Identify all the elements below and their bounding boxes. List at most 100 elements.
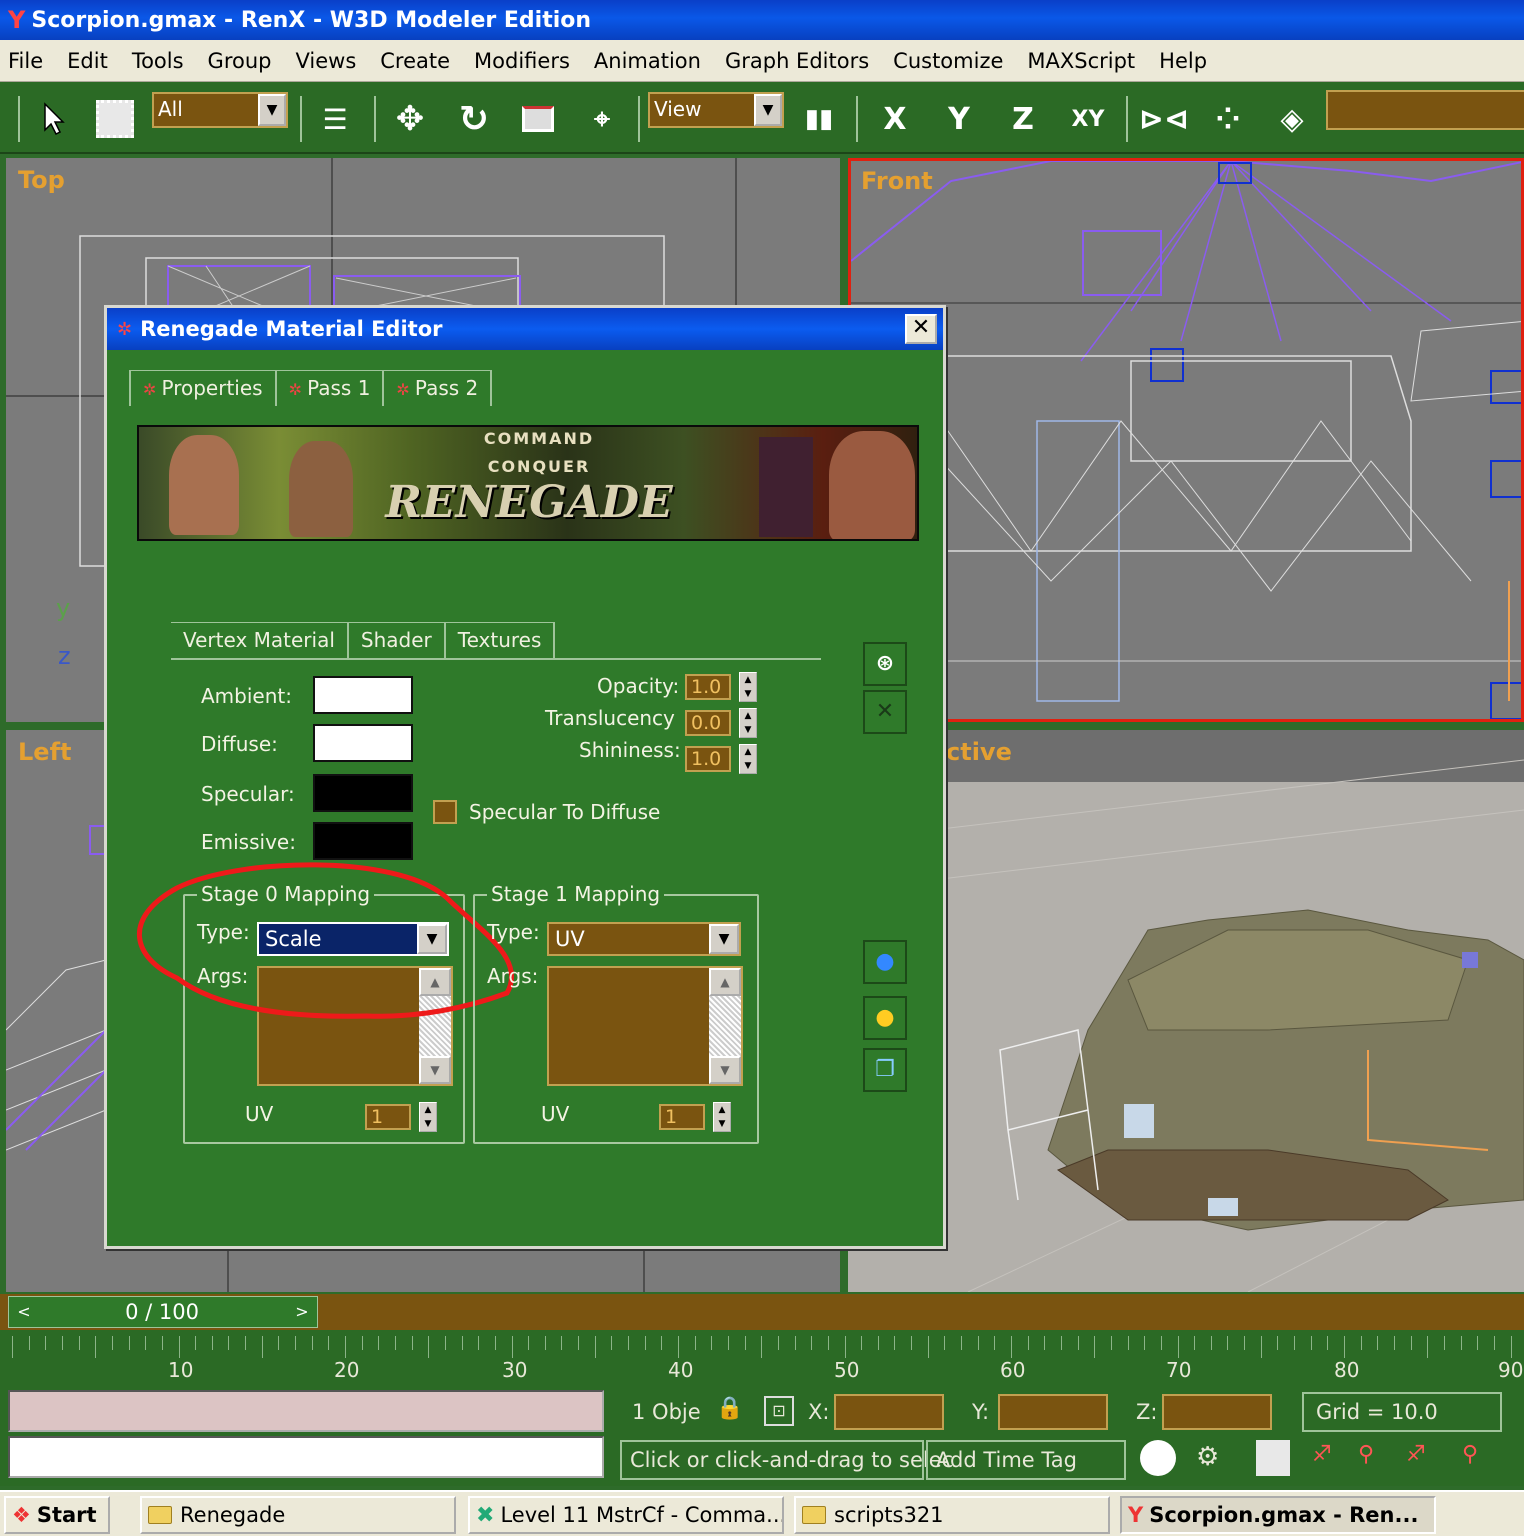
- menu-modifiers[interactable]: Modifiers: [474, 49, 570, 73]
- chevron-down-icon[interactable]: ▼: [258, 94, 286, 126]
- menu-file[interactable]: File: [8, 49, 43, 73]
- pivot-center-icon[interactable]: ▮▮: [794, 94, 844, 144]
- move-icon[interactable]: ✥: [386, 94, 434, 144]
- lock-icon[interactable]: 🔒: [716, 1396, 743, 1421]
- y-coordinate-field[interactable]: [998, 1394, 1108, 1430]
- specular-to-diffuse-checkbox[interactable]: [433, 800, 457, 824]
- chevron-left-icon[interactable]: <: [9, 1297, 39, 1327]
- scrollbar[interactable]: ▲ ▼: [709, 968, 741, 1084]
- restrict-x-button[interactable]: X: [870, 94, 920, 144]
- shininess-input[interactable]: 1.0: [685, 746, 731, 772]
- snap-3d-icon[interactable]: ⚲: [1358, 1442, 1374, 1467]
- time-slider[interactable]: < 0 / 100 >: [8, 1296, 318, 1328]
- maxscript-listener-white[interactable]: [8, 1436, 604, 1478]
- scroll-up-icon[interactable]: ▲: [709, 968, 741, 996]
- menu-help[interactable]: Help: [1159, 49, 1207, 73]
- taskbar-item-level-editor[interactable]: ✖ Level 11 MstrCf - Comma...: [468, 1496, 784, 1534]
- copy-material-icon[interactable]: ❐: [863, 1048, 907, 1092]
- emissive-color-swatch[interactable]: [313, 822, 413, 860]
- align-icon[interactable]: ◈: [1266, 94, 1318, 144]
- diffuse-color-swatch[interactable]: [313, 724, 413, 762]
- stage-0-uv-input[interactable]: 1: [365, 1104, 411, 1130]
- stage-1-args-textbox[interactable]: ▲ ▼: [547, 966, 743, 1086]
- menu-tools[interactable]: Tools: [132, 49, 184, 73]
- translucency-input[interactable]: 0.0: [685, 710, 731, 736]
- stage-0-uv-spinner[interactable]: ▲ ▼: [419, 1102, 437, 1132]
- stage-1-type-dropdown[interactable]: UV ▼: [547, 922, 741, 956]
- menu-graph-editors[interactable]: Graph Editors: [725, 49, 869, 73]
- chevron-right-icon[interactable]: >: [287, 1297, 317, 1327]
- stage-1-uv-input[interactable]: 1: [659, 1104, 705, 1130]
- absolute-mode-icon[interactable]: ⊡: [764, 1396, 794, 1426]
- scale-icon[interactable]: [514, 94, 562, 144]
- translucency-spinner[interactable]: ▲ ▼: [739, 708, 757, 738]
- opacity-input[interactable]: 1.0: [685, 674, 731, 700]
- close-button[interactable]: ✕: [905, 314, 937, 344]
- tab-textures[interactable]: Textures: [445, 622, 556, 658]
- rotate-icon[interactable]: ↻: [448, 94, 500, 144]
- restrict-z-button[interactable]: Z: [998, 94, 1048, 144]
- taskbar-item-scorpion-gmax[interactable]: Y Scorpion.gmax - Ren...: [1120, 1496, 1436, 1534]
- viewport-front[interactable]: Front: [848, 158, 1524, 722]
- add-time-tag-button[interactable]: Add Time Tag: [926, 1440, 1126, 1480]
- reference-coordinate-dropdown[interactable]: View ▼: [648, 92, 784, 128]
- pick-material-icon[interactable]: ⊛: [863, 642, 907, 686]
- select-arrow-icon[interactable]: [34, 94, 74, 144]
- menu-edit[interactable]: Edit: [67, 49, 108, 73]
- time-slider-track[interactable]: < 0 / 100 >: [0, 1294, 1524, 1330]
- tab-shader[interactable]: Shader: [348, 622, 446, 658]
- y-label: Y:: [972, 1400, 990, 1424]
- region-select-icon[interactable]: [90, 94, 140, 144]
- named-selection-field[interactable]: [1326, 90, 1524, 130]
- viewport-label-front[interactable]: Front: [861, 167, 933, 195]
- assign-material-icon[interactable]: ●: [863, 996, 907, 1040]
- ambient-color-swatch[interactable]: [313, 676, 413, 714]
- menu-animation[interactable]: Animation: [594, 49, 701, 73]
- maxscript-listener-pink[interactable]: [8, 1390, 604, 1432]
- menu-customize[interactable]: Customize: [893, 49, 1003, 73]
- manipulate-icon[interactable]: ⌖: [578, 94, 626, 144]
- z-coordinate-field[interactable]: [1162, 1394, 1272, 1430]
- get-material-icon[interactable]: ●: [863, 940, 907, 984]
- track-bar[interactable]: 10 20 30 40 50 60 70 80 90: [0, 1330, 1524, 1386]
- taskbar-item-renegade[interactable]: Renegade: [140, 1496, 456, 1534]
- mirror-icon[interactable]: ⊳⊲: [1138, 94, 1190, 144]
- select-by-name-icon[interactable]: ☰: [310, 94, 360, 144]
- tab-pass-1[interactable]: ✲ Pass 1: [276, 370, 385, 406]
- snap-spinner-icon[interactable]: ⚲: [1462, 1442, 1478, 1467]
- delete-icon[interactable]: ✕: [863, 690, 907, 734]
- menu-group[interactable]: Group: [208, 49, 272, 73]
- stage-1-uv-spinner[interactable]: ▲ ▼: [713, 1102, 731, 1132]
- opacity-spinner[interactable]: ▲ ▼: [739, 672, 757, 702]
- tab-properties[interactable]: ✲ Properties: [129, 370, 277, 406]
- viewport-perspective[interactable]: ctive: [848, 730, 1524, 1292]
- spinner-snap-icon[interactable]: ♐: [1312, 1442, 1332, 1467]
- scroll-down-icon[interactable]: ▼: [419, 1056, 451, 1084]
- array-icon[interactable]: ⁘: [1202, 94, 1254, 144]
- snap-toggle-icon[interactable]: [1140, 1440, 1176, 1476]
- tab-pass-2[interactable]: ✲ Pass 2: [384, 370, 493, 406]
- viewport-label-perspective[interactable]: ctive: [946, 738, 1012, 766]
- taskbar-item-scripts321[interactable]: scripts321: [794, 1496, 1110, 1534]
- menu-create[interactable]: Create: [380, 49, 450, 73]
- x-coordinate-field[interactable]: [834, 1394, 944, 1430]
- selection-filter-dropdown[interactable]: All ▼: [152, 92, 288, 128]
- viewport-label-left[interactable]: Left: [18, 738, 71, 766]
- chevron-down-icon[interactable]: ▼: [709, 924, 739, 954]
- specular-color-swatch[interactable]: [313, 774, 413, 812]
- viewport-label-top[interactable]: Top: [18, 166, 65, 194]
- chevron-down-icon[interactable]: ▼: [754, 94, 782, 126]
- menu-maxscript[interactable]: MAXScript: [1027, 49, 1135, 73]
- scroll-down-icon[interactable]: ▼: [709, 1056, 741, 1084]
- shininess-spinner[interactable]: ▲ ▼: [739, 744, 757, 774]
- tab-vertex-material[interactable]: Vertex Material: [171, 622, 349, 658]
- menu-views[interactable]: Views: [295, 49, 356, 73]
- restrict-xy-button[interactable]: XY: [1058, 94, 1118, 144]
- start-button[interactable]: ❖ Start: [4, 1496, 110, 1534]
- dialog-title-bar[interactable]: ✲ Renegade Material Editor ✕: [107, 308, 943, 350]
- title-bar[interactable]: Y Scorpion.gmax - RenX - W3D Modeler Edi…: [0, 0, 1524, 40]
- percent-snap-icon[interactable]: [1256, 1440, 1290, 1476]
- snap-percent-icon[interactable]: ♐: [1406, 1442, 1426, 1467]
- restrict-y-button[interactable]: Y: [934, 94, 984, 144]
- angle-snap-icon[interactable]: ⚙: [1196, 1442, 1219, 1472]
